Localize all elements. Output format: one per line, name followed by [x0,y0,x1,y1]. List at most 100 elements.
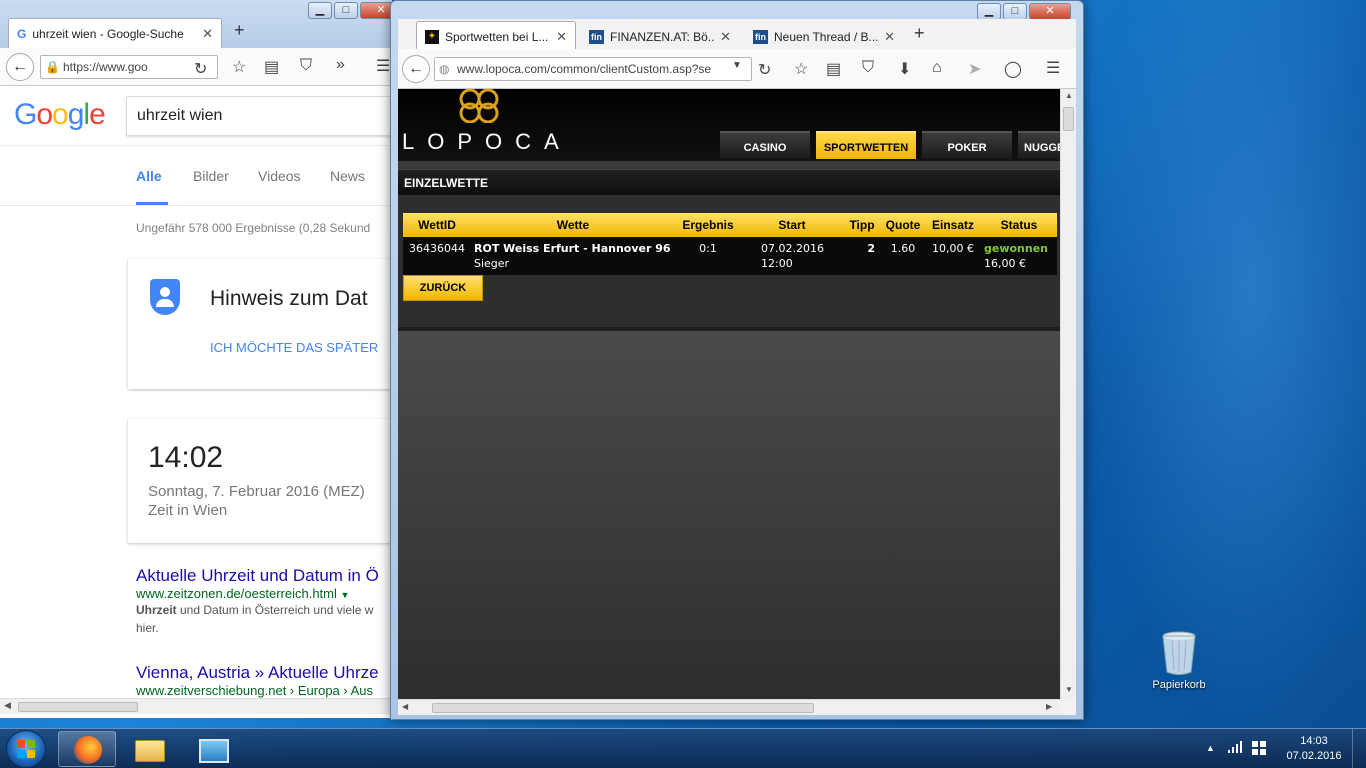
tab-google-search[interactable]: G uhrzeit wien - Google-Suche ✕ [8,18,222,48]
lopoca-browser-window: ▁ □ ✕ ✦ Sportwetten bei L... ✕ fin FINAN… [390,0,1084,720]
lopoca-logo-text[interactable]: LOPOCA [402,129,572,155]
dropdown-arrow-icon[interactable]: ▼ [341,590,350,600]
cell-status: gewonnen 16,00 € [981,237,1057,275]
tab-news[interactable]: News [330,168,365,184]
reading-list-icon[interactable]: ▤ [826,59,841,79]
clock-date: 07.02.2016 [1286,750,1342,762]
close-tab-icon[interactable]: ✕ [884,29,895,45]
show-desktop-button[interactable] [1352,729,1366,768]
close-button[interactable]: ✕ [360,2,392,19]
url-bar[interactable]: ◍ www.lopoca.com/common/clientCustom.asp… [434,57,752,81]
vertical-scrollbar[interactable]: ▲ ▼ [1060,89,1076,699]
share-icon[interactable]: ➤ [968,59,981,79]
cell-tipp: 2 [843,237,881,275]
search-result: Vienna, Austria » Aktuelle Uhrze www.zei… [136,663,379,698]
notice-later-link[interactable]: ICH MÖCHTE DAS SPÄTER [210,340,378,355]
header-einsatz: Einsatz [925,213,981,237]
tab-bilder[interactable]: Bilder [193,168,229,184]
scrollbar-thumb[interactable] [432,703,814,713]
new-tab-icon[interactable]: + [234,20,245,41]
close-tab-icon[interactable]: ✕ [556,29,567,45]
menu-icon[interactable]: ☰ [1046,58,1060,78]
overflow-chevron-icon[interactable]: » [336,56,345,74]
minimize-button[interactable]: ▁ [308,2,332,19]
snippet-bold: Uhrzeit [136,603,177,617]
google-logo[interactable]: Google [14,98,106,132]
horizontal-scrollbar[interactable]: ◀ [0,698,392,714]
scrollbar-thumb[interactable] [1063,107,1074,131]
network-signal-icon[interactable] [1228,741,1242,756]
start-button[interactable] [6,730,46,768]
tray-expand-icon[interactable]: ▲ [1206,743,1215,753]
scroll-up-icon[interactable]: ▲ [1065,91,1073,100]
tab-alle[interactable]: Alle [136,168,162,184]
cell-einsatz: 10,00 € [925,237,981,275]
back-arrow-icon[interactable]: ← [402,55,430,83]
menu-icon[interactable]: ☰ [376,56,390,76]
pocket-icon[interactable]: ⛉ [862,59,874,77]
bookmark-star-icon[interactable]: ☆ [232,57,246,77]
close-tab-icon[interactable]: ✕ [202,26,213,42]
desktop-background [1080,0,1366,728]
lock-icon: 🔒 [45,60,60,74]
maximize-button[interactable]: □ [334,2,358,19]
reading-list-icon[interactable]: ▤ [264,57,279,77]
taskbar-explorer[interactable] [120,731,178,767]
menu-casino[interactable]: CASINO [720,131,810,159]
result-title-link[interactable]: Aktuelle Uhrzeit und Datum in Ö [136,566,379,586]
scrollbar-thumb[interactable] [18,702,138,712]
pocket-icon[interactable]: ⛉ [300,57,312,75]
clock-time: 14:03 [1300,735,1328,747]
tab-neuen-thread[interactable]: fin Neuen Thread / B... ✕ [744,21,904,51]
back-arrow-icon[interactable]: ← [6,53,34,81]
recycle-bin[interactable]: Papierkorb [1146,630,1212,691]
url-dropdown-icon[interactable]: ▼ [732,60,742,71]
url-text: www.lopoca.com/common/clientCustom.asp?s… [457,62,712,76]
cell-ergebnis: 0:1 [675,237,741,275]
bookmark-star-icon[interactable]: ☆ [794,59,808,79]
scroll-down-icon[interactable]: ▼ [1065,685,1073,694]
back-button[interactable]: ZURÜCK [403,275,483,301]
windows-flag-icon[interactable] [1252,741,1266,758]
horizontal-scrollbar[interactable]: ◀ ▶ [398,699,1060,715]
header-start: Start [741,213,843,237]
fin-favicon-icon: fin [589,29,604,44]
cell-start: 07.02.2016 12:00 [741,237,843,275]
taskbar-clock[interactable]: 14:03 07.02.2016 [1284,734,1344,764]
fg-tab-strip: ✦ Sportwetten bei L... ✕ fin FINANZEN.AT… [398,19,1076,51]
scroll-left-icon[interactable]: ◀ [402,702,408,711]
minimize-button[interactable]: ▁ [977,3,1001,20]
url-bar[interactable]: 🔒 https://www.goo [40,55,218,79]
chat-bubble-icon[interactable]: ◯ [1004,59,1022,79]
current-time: 14:02 [148,441,224,474]
status-badge: gewonnen [984,242,1049,255]
search-result: Aktuelle Uhrzeit und Datum in Ö www.zeit… [136,566,379,637]
menu-poker[interactable]: POKER [922,131,1012,159]
payout-amount: 16,00 € [984,257,1026,270]
table-header-row: WettID Wette Ergebnis Start Tipp Quote E… [403,213,1057,237]
new-tab-icon[interactable]: + [914,23,925,44]
result-title-link[interactable]: Vienna, Austria » Aktuelle Uhrze [136,663,379,683]
menu-nugget[interactable]: NUGGE [1018,131,1060,159]
scroll-right-icon[interactable]: ▶ [1046,702,1052,711]
scroll-left-icon[interactable]: ◀ [4,700,11,711]
close-tab-icon[interactable]: ✕ [720,29,731,45]
result-snippet-line2: hier. [136,621,159,635]
tab-videos[interactable]: Videos [258,168,301,184]
taskbar-firefox[interactable] [58,731,116,767]
search-input[interactable]: uhrzeit wien [126,96,392,136]
tab-sportwetten[interactable]: ✦ Sportwetten bei L... ✕ [416,21,576,51]
reload-icon[interactable]: ↻ [194,59,207,79]
menu-sportwetten[interactable]: SPORTWETTEN [816,131,916,159]
maximize-button[interactable]: □ [1003,3,1027,20]
download-icon[interactable]: ⬇ [898,59,911,79]
table-row: 36436044 ROT Weiss Erfurt - Hannover 96 … [403,237,1057,275]
lopoca-favicon-icon: ✦ [425,29,439,44]
reload-icon[interactable]: ↻ [758,60,771,80]
bet-details: WettID Wette Ergebnis Start Tipp Quote E… [398,195,1060,327]
close-button[interactable]: ✕ [1029,3,1071,20]
home-icon[interactable]: ⌂ [932,59,942,77]
tab-finanzen[interactable]: fin FINANZEN.AT: Bö... ✕ [580,21,740,51]
taskbar-photo-viewer[interactable] [184,731,242,767]
bg-titlebar: ▁ □ ✕ G uhrzeit wien - Google-Suche ✕ + [0,0,392,50]
